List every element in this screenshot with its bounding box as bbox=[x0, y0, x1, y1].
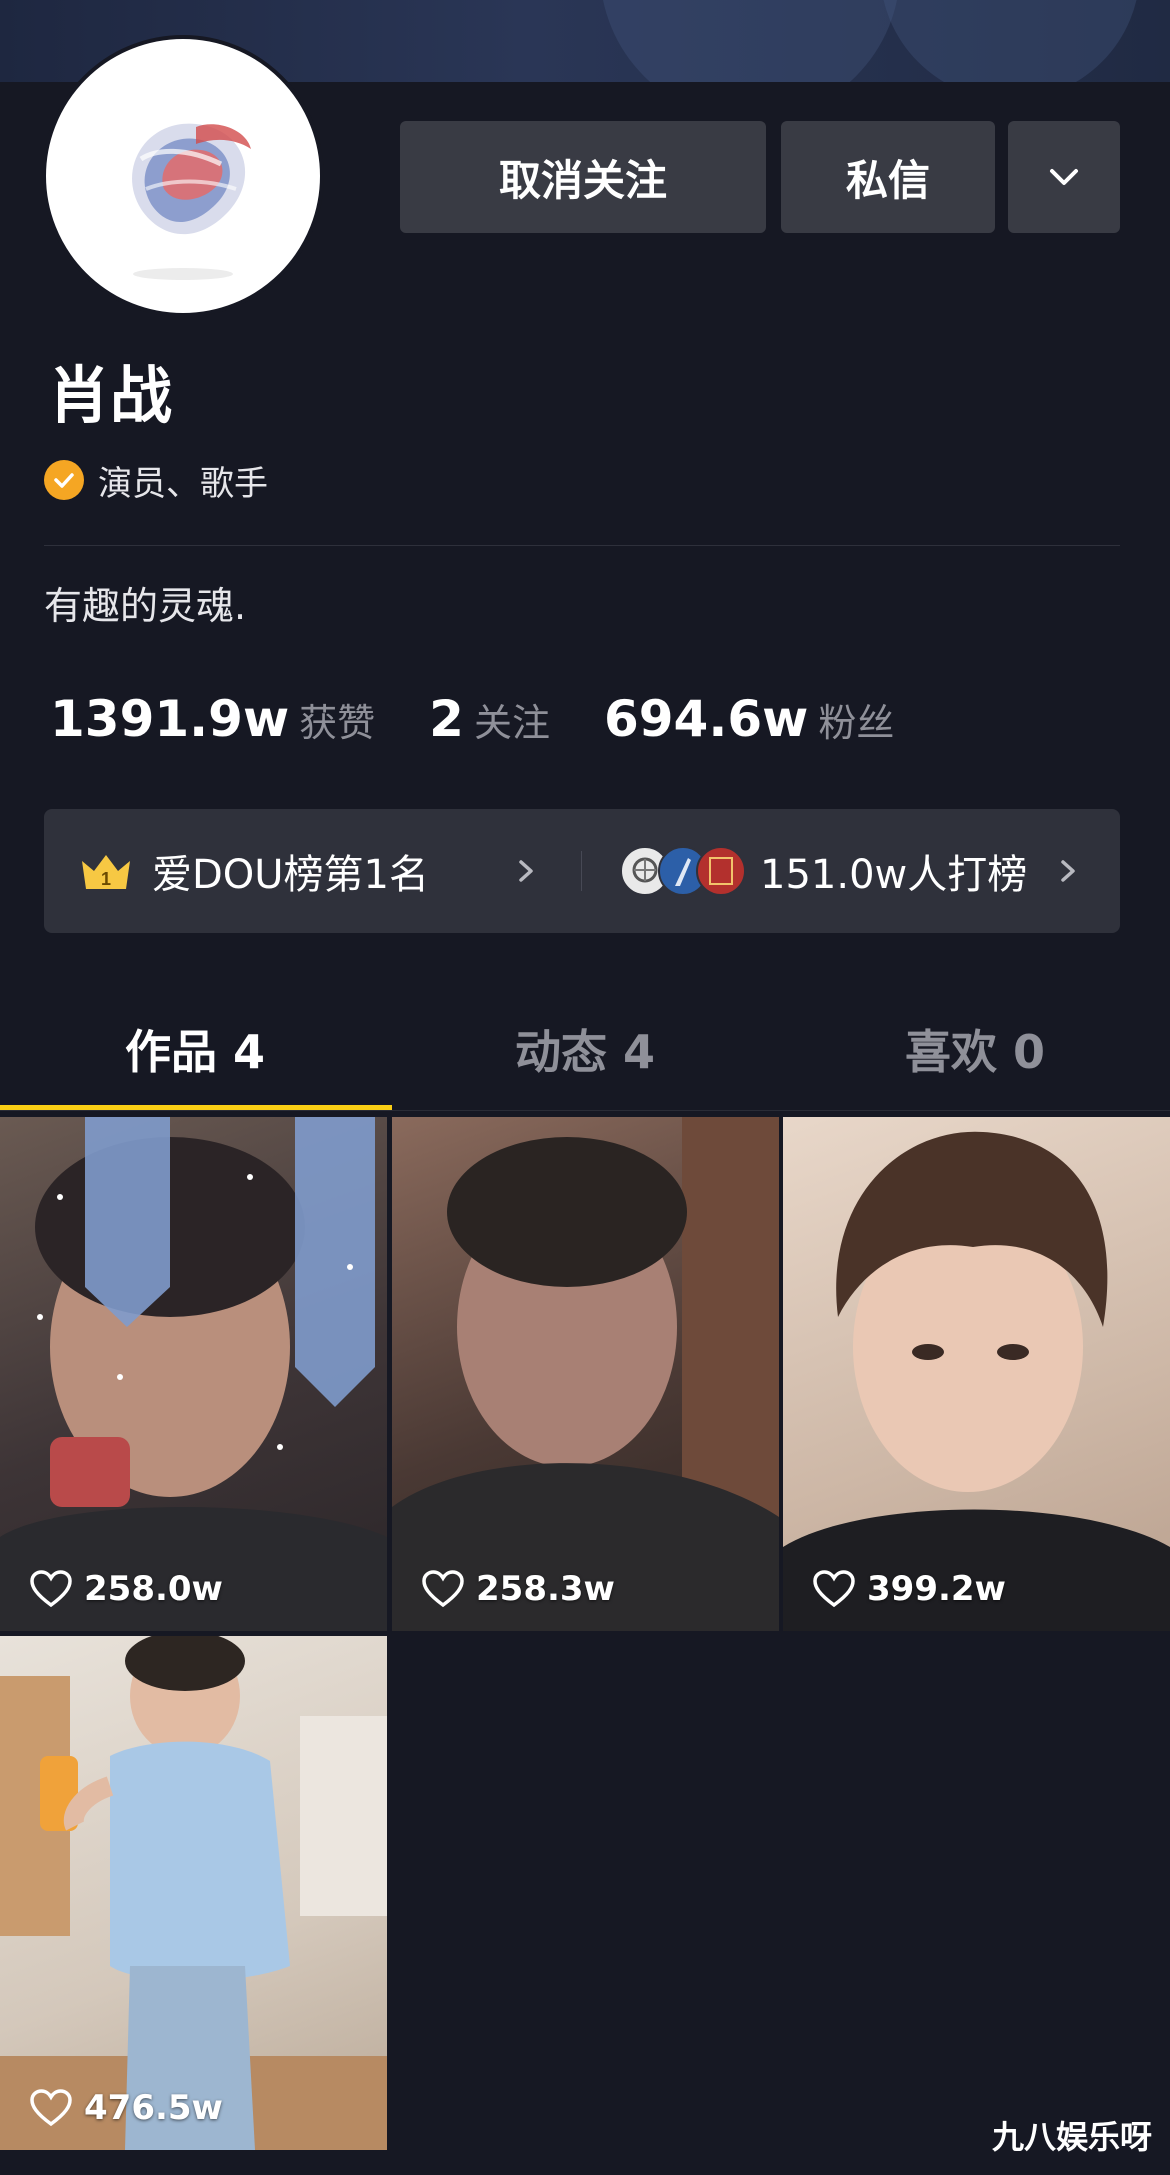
following-label[interactable]: 关注 bbox=[474, 692, 550, 747]
heart-icon bbox=[30, 2089, 72, 2127]
rank-separator bbox=[581, 851, 582, 891]
video-thumbnail-image bbox=[392, 1117, 779, 1631]
followers-count[interactable]: 694.6w bbox=[604, 690, 808, 748]
tab-moments[interactable]: 动态 4 bbox=[390, 995, 780, 1103]
video-likes: 258.3w bbox=[422, 1569, 615, 1609]
video-thumbnail-image bbox=[0, 1117, 387, 1631]
heart-icon bbox=[422, 1570, 464, 1608]
tab-likes[interactable]: 喜欢 0 bbox=[780, 995, 1170, 1103]
idol-rank-text: 爱DOU榜第1名 bbox=[152, 852, 430, 898]
verified-check-icon bbox=[44, 460, 84, 500]
supporter-avatar bbox=[696, 846, 746, 896]
video-thumbnail-image bbox=[0, 1636, 387, 2150]
heart-icon bbox=[30, 1570, 72, 1608]
avatar-logo-image bbox=[132, 123, 251, 280]
verified-role: 演员、歌手 bbox=[44, 456, 268, 504]
likes-count: 1391.9w bbox=[50, 690, 290, 748]
chevron-right-icon bbox=[514, 809, 538, 933]
cover-decoration bbox=[880, 0, 1140, 82]
likes-label: 获赞 bbox=[299, 701, 376, 745]
video-like-count: 399.2w bbox=[867, 1569, 1006, 1609]
message-button[interactable]: 私信 bbox=[781, 121, 995, 233]
ranking-bar: 1 爱DOU榜第1名 151.0w人打榜 bbox=[44, 809, 1120, 933]
divider bbox=[44, 545, 1120, 546]
followers-label[interactable]: 粉丝 bbox=[818, 692, 894, 747]
profile-bio: 有趣的灵魂. bbox=[44, 584, 247, 628]
following-count[interactable]: 2 bbox=[429, 690, 464, 748]
idol-rank-link[interactable]: 1 爱DOU榜第1名 bbox=[80, 809, 429, 933]
profile-name: 肖战 bbox=[48, 359, 173, 432]
tab-divider bbox=[0, 1110, 1170, 1111]
video-like-count: 476.5w bbox=[84, 2088, 223, 2128]
video-like-count: 258.0w bbox=[84, 1569, 223, 1609]
video-thumbnail[interactable]: 258.3w bbox=[392, 1117, 779, 1631]
more-options-button[interactable] bbox=[1008, 121, 1120, 233]
video-likes: 258.0w bbox=[30, 1569, 223, 1609]
video-likes: 399.2w bbox=[813, 1569, 1006, 1609]
video-likes: 476.5w bbox=[30, 2088, 223, 2128]
supporters-text: 151.0w人打榜 bbox=[760, 852, 1028, 898]
rank-badge: 1 bbox=[101, 869, 111, 889]
watermark-text: 九八娱乐呀 bbox=[991, 2118, 1152, 2156]
video-thumbnail[interactable]: 476.5w bbox=[0, 1636, 387, 2150]
heart-icon bbox=[813, 1570, 855, 1608]
chevron-down-icon bbox=[1050, 169, 1078, 185]
profile-stats: 1391.9w 获赞 2 关注 694.6w 粉丝 bbox=[50, 690, 894, 760]
crown-icon: 1 bbox=[82, 855, 130, 889]
tab-works[interactable]: 作品 4 bbox=[0, 995, 390, 1103]
video-thumbnail[interactable]: 399.2w bbox=[783, 1117, 1170, 1631]
avatar[interactable] bbox=[42, 35, 324, 317]
unfollow-button[interactable]: 取消关注 bbox=[400, 121, 766, 233]
chevron-right-icon bbox=[1056, 809, 1080, 933]
cover-decoration bbox=[600, 0, 900, 82]
video-thumbnail-image bbox=[783, 1131, 1170, 1631]
supporters-link[interactable]: 151.0w人打榜 bbox=[620, 809, 1027, 933]
video-like-count: 258.3w bbox=[476, 1569, 615, 1609]
verified-role-label: 演员、歌手 bbox=[98, 463, 268, 504]
profile-tabs: 作品 4 动态 4 喜欢 0 bbox=[0, 995, 1170, 1111]
video-thumbnail[interactable]: 258.0w bbox=[0, 1117, 387, 1631]
